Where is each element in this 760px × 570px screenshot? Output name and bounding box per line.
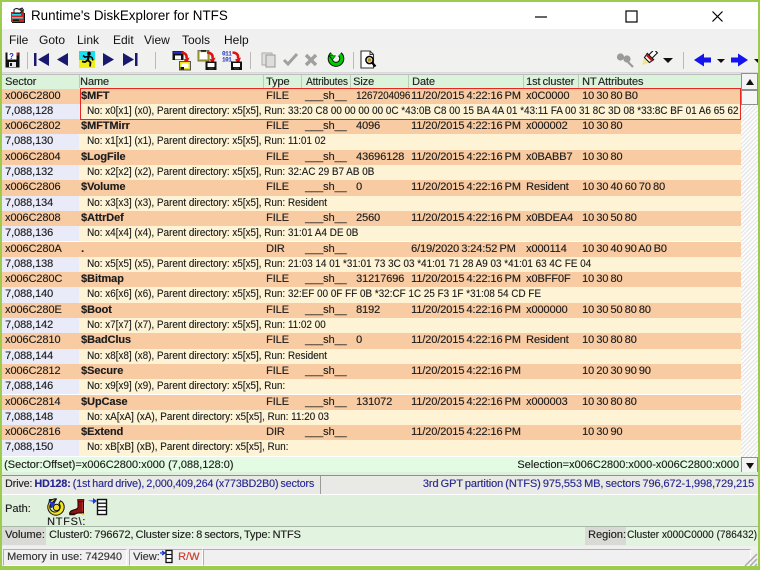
svg-text:101: 101 xyxy=(222,57,232,64)
svg-text:?: ? xyxy=(9,52,14,61)
